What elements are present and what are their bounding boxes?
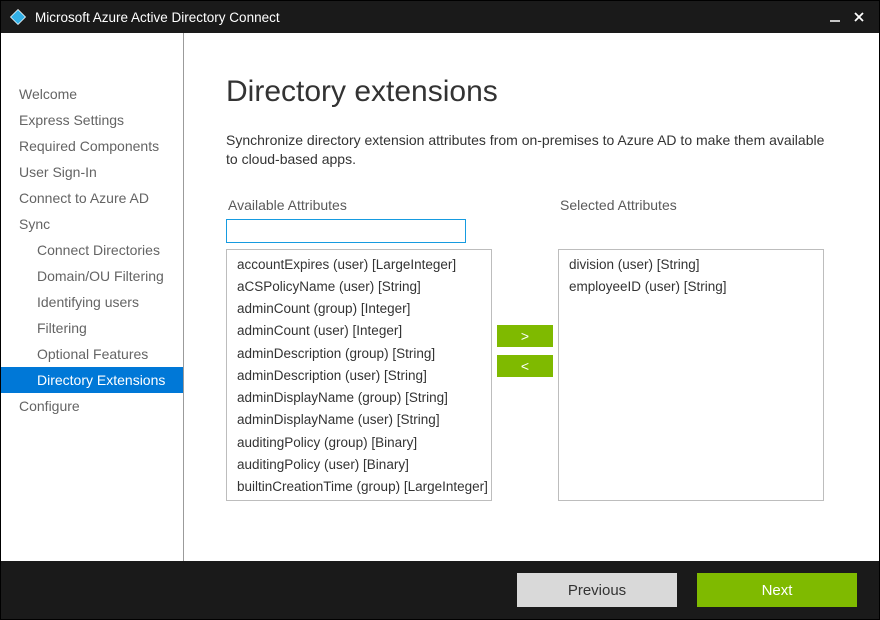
selected-row[interactable]: employeeID (user) [String]: [559, 276, 823, 298]
selected-listbox[interactable]: division (user) [String]employeeID (user…: [558, 249, 824, 501]
nav-item-welcome[interactable]: Welcome: [1, 81, 183, 107]
available-row[interactable]: builtinCreationTime (group) [LargeIntege…: [227, 476, 491, 498]
available-column: Available Attributes accountExpires (use…: [226, 197, 492, 501]
add-button[interactable]: >: [497, 325, 553, 347]
page-description: Synchronize directory extension attribut…: [226, 131, 837, 169]
nav-item-sync[interactable]: Sync: [1, 211, 183, 237]
nav-item-identifying-users[interactable]: Identifying users: [1, 289, 183, 315]
nav-item-user-sign-in[interactable]: User Sign-In: [1, 159, 183, 185]
nav-item-configure[interactable]: Configure: [1, 393, 183, 419]
available-row[interactable]: adminCount (user) [Integer]: [227, 320, 491, 342]
selected-label: Selected Attributes: [558, 197, 824, 213]
spacer: [558, 219, 824, 249]
selected-row[interactable]: division (user) [String]: [559, 254, 823, 276]
available-row[interactable]: auditingPolicy (user) [Binary]: [227, 454, 491, 476]
nav-item-optional-features[interactable]: Optional Features: [1, 341, 183, 367]
next-button[interactable]: Next: [697, 573, 857, 607]
window-title: Microsoft Azure Active Directory Connect: [35, 10, 823, 25]
nav-item-filtering[interactable]: Filtering: [1, 315, 183, 341]
main-panel: Directory extensions Synchronize directo…: [184, 33, 879, 561]
available-row[interactable]: adminCount (group) [Integer]: [227, 298, 491, 320]
move-buttons: > <: [492, 197, 558, 377]
sidebar: WelcomeExpress SettingsRequired Componen…: [1, 33, 184, 561]
available-row[interactable]: adminDescription (user) [String]: [227, 365, 491, 387]
available-row[interactable]: adminDisplayName (group) [String]: [227, 387, 491, 409]
nav-item-express-settings[interactable]: Express Settings: [1, 107, 183, 133]
nav-item-connect-to-azure-ad[interactable]: Connect to Azure AD: [1, 185, 183, 211]
available-row[interactable]: builtinCreationTime (user) [LargeInteger…: [227, 498, 491, 501]
available-row[interactable]: aCSPolicyName (user) [String]: [227, 276, 491, 298]
available-row[interactable]: auditingPolicy (group) [Binary]: [227, 432, 491, 454]
footer: Previous Next: [1, 561, 879, 619]
page-heading: Directory extensions: [226, 75, 837, 109]
titlebar: Microsoft Azure Active Directory Connect: [1, 1, 879, 33]
nav-item-directory-extensions[interactable]: Directory Extensions: [1, 367, 183, 393]
available-row[interactable]: adminDisplayName (user) [String]: [227, 409, 491, 431]
close-button[interactable]: [847, 5, 871, 29]
body: WelcomeExpress SettingsRequired Componen…: [1, 33, 879, 561]
nav-item-domain-ou-filtering[interactable]: Domain/OU Filtering: [1, 263, 183, 289]
attribute-columns: Available Attributes accountExpires (use…: [226, 197, 837, 501]
available-listbox[interactable]: accountExpires (user) [LargeInteger]aCSP…: [226, 249, 492, 501]
nav-item-connect-directories[interactable]: Connect Directories: [1, 237, 183, 263]
remove-button[interactable]: <: [497, 355, 553, 377]
available-label: Available Attributes: [226, 197, 492, 213]
previous-button[interactable]: Previous: [517, 573, 677, 607]
minimize-button[interactable]: [823, 5, 847, 29]
nav-item-required-components[interactable]: Required Components: [1, 133, 183, 159]
azure-logo-icon: [9, 8, 27, 26]
available-row[interactable]: adminDescription (group) [String]: [227, 343, 491, 365]
app-window: Microsoft Azure Active Directory Connect…: [0, 0, 880, 620]
available-search-input[interactable]: [226, 219, 466, 243]
available-row[interactable]: accountExpires (user) [LargeInteger]: [227, 254, 491, 276]
selected-column: Selected Attributes division (user) [Str…: [558, 197, 824, 501]
